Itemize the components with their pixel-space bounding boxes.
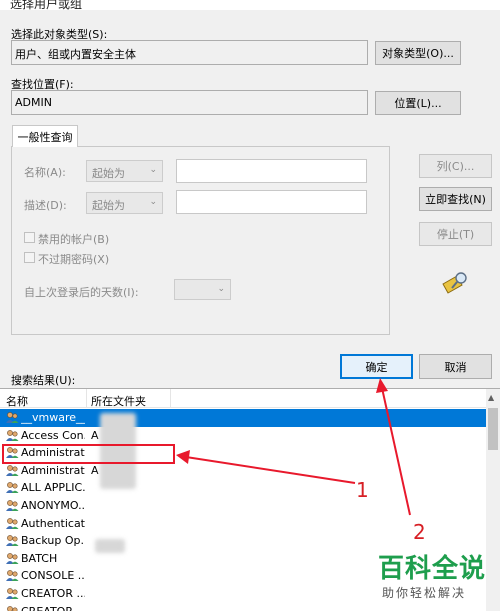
column-header-name[interactable]: 名称 [6, 393, 28, 409]
results-header: 名称 所在文件夹 [0, 389, 486, 408]
name-label: 名称(A): [24, 166, 66, 179]
name-match-combo[interactable]: 起始为 ⌄ [86, 160, 163, 182]
object-type-field: 用户、组或内置安全主体 [11, 40, 368, 65]
row-name: Access Con... [21, 428, 85, 442]
disabled-accounts-checkbox[interactable] [24, 232, 35, 243]
cancel-button[interactable]: 取消 [419, 354, 492, 379]
user-group-icon [6, 500, 19, 511]
name-match-value: 起始为 [92, 167, 125, 180]
watermark: 百科全说 助你轻松解决 [374, 548, 496, 608]
stop-button[interactable]: 停止(T) [419, 222, 492, 246]
redacted-folder-area [95, 539, 125, 553]
tab-common-queries[interactable]: 一般性查询 [12, 125, 78, 147]
table-row[interactable]: ANONYMO... [0, 497, 486, 515]
columns-button[interactable]: 列(C)... [419, 154, 492, 178]
dialog-title: 选择用户或组 [10, 0, 83, 10]
search-results-label: 搜索结果(U): [11, 374, 76, 387]
row-name: ALL APPLIC... [21, 481, 85, 495]
chevron-down-icon: ⌄ [149, 165, 157, 175]
title-bar: 选择用户或组 [0, 0, 500, 10]
object-types-button[interactable]: 对象类型(O)... [375, 41, 461, 65]
disabled-accounts-label: 禁用的帐户(B) [38, 233, 110, 246]
non-expiring-password-label: 不过期密码(X) [38, 253, 110, 266]
user-group-icon [6, 588, 19, 599]
user-group-icon [6, 482, 19, 494]
table-row[interactable]: Administrat... A [0, 462, 486, 480]
row-name: Backup Op... [21, 534, 85, 548]
table-row[interactable]: __vmware__ [0, 409, 486, 427]
non-expiring-password-checkbox[interactable] [24, 252, 35, 263]
name-input[interactable] [176, 159, 367, 183]
user-group-icon [6, 464, 19, 476]
chevron-down-icon: ⌄ [149, 197, 157, 207]
user-group-icon [6, 412, 19, 423]
scroll-up-icon[interactable]: ▲ [488, 393, 494, 402]
description-match-value: 起始为 [92, 199, 125, 212]
row-name: Authenticat... [21, 516, 85, 530]
user-group-icon [7, 605, 18, 611]
locations-button[interactable]: 位置(L)... [375, 91, 461, 115]
user-group-icon [6, 535, 19, 547]
days-since-logon-combo[interactable]: ⌄ [174, 279, 231, 300]
location-field: ADMIN [11, 90, 368, 115]
find-now-button[interactable]: 立即查找(N) [419, 187, 492, 211]
row-name: CREATOR ... [21, 587, 85, 600]
row-name: CONSOLE ... [21, 569, 85, 583]
table-row[interactable]: Access Con... A [0, 427, 486, 445]
row-name: ANONYMO... [21, 499, 85, 512]
ok-button[interactable]: 确定 [340, 354, 413, 379]
description-label: 描述(D): [24, 199, 67, 212]
annotation-number-2: 2 [413, 520, 426, 544]
table-row[interactable]: ALL APPLIC... [0, 479, 486, 497]
days-since-logon-label: 自上次登录后的天数(I): [24, 286, 139, 299]
row-name: BATCH [21, 551, 58, 565]
search-flashlight-icon [442, 272, 467, 294]
annotation-number-1: 1 [356, 478, 369, 502]
column-separator[interactable] [170, 389, 171, 408]
watermark-subtitle: 助你轻松解决 [382, 586, 467, 600]
column-separator[interactable] [86, 389, 87, 408]
column-header-folder[interactable]: 所在文件夹 [91, 393, 146, 409]
highlight-box-administrator [2, 444, 175, 464]
scrollbar-thumb[interactable] [488, 408, 498, 450]
user-group-icon [6, 552, 19, 564]
user-group-icon [6, 517, 19, 529]
row-folder: A [91, 428, 99, 442]
description-input[interactable] [176, 190, 367, 214]
description-match-combo[interactable]: 起始为 ⌄ [86, 192, 163, 214]
row-name: Administrat... [21, 463, 85, 477]
user-group-icon [6, 429, 19, 441]
row-folder: A [91, 463, 99, 477]
user-group-icon [6, 570, 19, 582]
row-name: CREATOR ... [21, 605, 85, 611]
row-name: __vmware__ [21, 411, 85, 424]
chevron-down-icon: ⌄ [217, 284, 225, 294]
watermark-title: 百科全说 [378, 554, 487, 584]
